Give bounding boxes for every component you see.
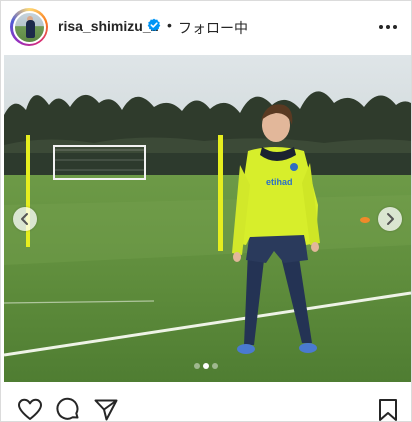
following-status-button[interactable]: フォロー中 [178, 18, 248, 38]
post-actions [1, 387, 412, 422]
avatar-figure [25, 19, 35, 38]
heart-icon[interactable] [17, 397, 43, 422]
avatar[interactable] [12, 10, 46, 44]
paper-plane-icon[interactable] [93, 397, 119, 422]
carousel-dot-active [203, 363, 209, 369]
instagram-post-card: risa_shimizu_2 • フォロー中 etihad [0, 0, 412, 422]
bookmark-icon[interactable] [375, 397, 401, 422]
carousel-prev-button[interactable] [13, 207, 37, 231]
carousel-next-button[interactable] [378, 207, 402, 231]
comment-bubble-icon[interactable] [55, 397, 81, 422]
svg-text:etihad: etihad [266, 177, 293, 187]
chevron-left-icon [21, 213, 28, 225]
chevron-right-icon [387, 213, 394, 225]
post-header: risa_shimizu_2 • フォロー中 [1, 1, 412, 53]
carousel-dot [212, 363, 218, 369]
carousel-indicator [194, 363, 222, 369]
post-photo[interactable]: etihad [4, 55, 411, 382]
separator-dot: • [167, 17, 172, 33]
username-link[interactable]: risa_shimizu_2 [58, 18, 158, 34]
more-options-icon[interactable] [375, 15, 401, 39]
avatar-story-ring[interactable] [10, 8, 48, 46]
verified-badge-icon [147, 18, 161, 31]
carousel-dot [194, 363, 200, 369]
